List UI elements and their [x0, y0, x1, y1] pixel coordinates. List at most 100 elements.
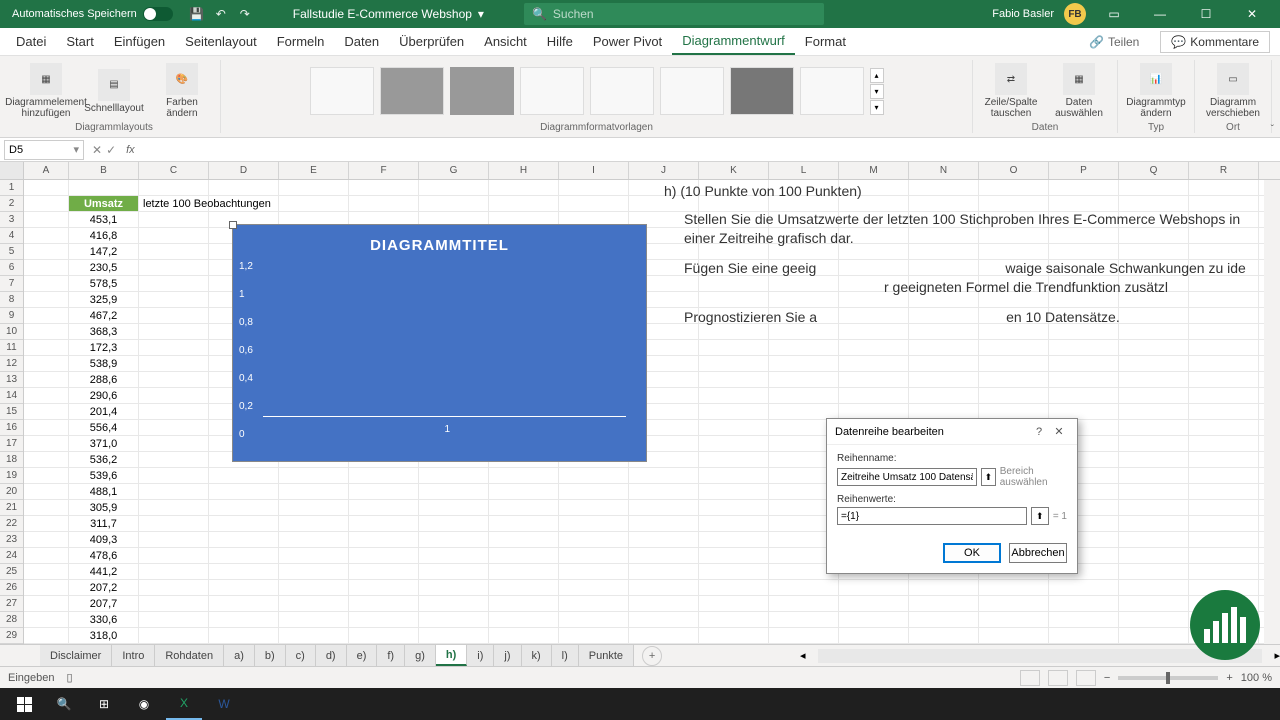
cell[interactable] [24, 516, 69, 531]
row-header[interactable]: 19 [0, 468, 23, 484]
col-header[interactable]: B [69, 162, 139, 179]
search-icon[interactable]: 🔍 [46, 688, 82, 720]
range-picker-icon[interactable]: ⬆ [981, 468, 996, 486]
cell[interactable] [1049, 372, 1119, 387]
cell[interactable] [419, 516, 489, 531]
col-header[interactable]: M [839, 162, 909, 179]
add-chart-element-button[interactable]: ▦Diagrammelement hinzufügen [16, 63, 76, 119]
cell[interactable] [629, 500, 699, 515]
cell[interactable] [279, 548, 349, 563]
cell[interactable]: 556,4 [69, 420, 139, 435]
row-header[interactable]: 1 [0, 180, 23, 196]
cell[interactable] [1119, 436, 1189, 451]
cell[interactable]: 207,7 [69, 596, 139, 611]
cell[interactable] [1049, 628, 1119, 643]
normal-view-icon[interactable] [1020, 670, 1040, 686]
col-header[interactable]: L [769, 162, 839, 179]
cell[interactable] [979, 628, 1049, 643]
row-header[interactable]: 26 [0, 580, 23, 596]
comments-button[interactable]: 💬 Kommentare [1160, 31, 1270, 53]
cancel-button[interactable]: Abbrechen [1009, 543, 1067, 563]
cell[interactable] [559, 532, 629, 547]
cell[interactable] [24, 580, 69, 595]
cell[interactable] [559, 548, 629, 563]
cell[interactable] [909, 404, 979, 419]
save-icon[interactable]: 💾 [189, 6, 205, 22]
cell[interactable] [1119, 372, 1189, 387]
cell[interactable] [1119, 420, 1189, 435]
avatar[interactable]: FB [1064, 3, 1086, 25]
cell[interactable]: 207,2 [69, 580, 139, 595]
cell[interactable] [1119, 404, 1189, 419]
sheet-tab[interactable]: a) [224, 645, 255, 666]
cell[interactable] [1189, 372, 1259, 387]
cell[interactable] [139, 212, 209, 227]
page-break-view-icon[interactable] [1076, 670, 1096, 686]
maximize-icon[interactable]: ☐ [1188, 0, 1224, 28]
cell[interactable] [559, 468, 629, 483]
cell[interactable] [699, 484, 769, 499]
cell[interactable] [419, 500, 489, 515]
cell[interactable]: 147,2 [69, 244, 139, 259]
cell[interactable] [769, 372, 839, 387]
redo-icon[interactable]: ↷ [237, 6, 253, 22]
cell[interactable] [769, 356, 839, 371]
cell[interactable] [839, 404, 909, 419]
user-name[interactable]: Fabio Basler [992, 8, 1054, 20]
cell[interactable] [629, 580, 699, 595]
cell[interactable] [979, 404, 1049, 419]
cell[interactable] [139, 532, 209, 547]
gallery-nav[interactable]: ▴▾▾ [870, 68, 884, 115]
change-colors-button[interactable]: 🎨Farben ändern [152, 63, 212, 119]
row-header[interactable]: 5 [0, 244, 23, 260]
cell[interactable] [559, 596, 629, 611]
row-header[interactable]: 27 [0, 596, 23, 612]
cell[interactable]: 330,6 [69, 612, 139, 627]
cell[interactable] [629, 564, 699, 579]
share-button[interactable]: 🔗 Teilen [1078, 31, 1150, 53]
cell[interactable] [139, 356, 209, 371]
cell[interactable] [699, 564, 769, 579]
menu-seitenlayout[interactable]: Seitenlayout [175, 28, 267, 55]
cell[interactable] [279, 196, 349, 211]
cell[interactable] [489, 532, 559, 547]
cell[interactable] [24, 628, 69, 643]
cell[interactable]: 201,4 [69, 404, 139, 419]
cell[interactable] [419, 580, 489, 595]
search-input[interactable]: 🔍 Suchen [524, 3, 824, 25]
cell[interactable] [489, 564, 559, 579]
cell[interactable] [139, 420, 209, 435]
cell[interactable] [24, 468, 69, 483]
cell[interactable] [979, 596, 1049, 611]
cell[interactable] [24, 276, 69, 291]
move-chart-button[interactable]: ▭Diagramm verschieben [1203, 63, 1263, 119]
cell[interactable] [559, 484, 629, 499]
cell[interactable] [24, 452, 69, 467]
cell[interactable] [24, 292, 69, 307]
cell[interactable] [24, 180, 69, 195]
style-thumb[interactable] [310, 67, 374, 115]
cell[interactable]: 371,0 [69, 436, 139, 451]
col-header[interactable]: A [24, 162, 69, 179]
row-header[interactable]: 23 [0, 532, 23, 548]
cell[interactable] [489, 180, 559, 195]
menu-ansicht[interactable]: Ansicht [474, 28, 537, 55]
cell[interactable] [979, 340, 1049, 355]
cell[interactable] [769, 628, 839, 643]
cell[interactable] [769, 340, 839, 355]
vertical-scrollbar[interactable] [1264, 180, 1280, 644]
cell[interactable] [139, 372, 209, 387]
select-data-button[interactable]: ▦Daten auswählen [1049, 63, 1109, 119]
name-box[interactable]: D5▾ [4, 140, 84, 160]
cell[interactable] [1119, 340, 1189, 355]
quick-layout-button[interactable]: ▤Schnelllayout [84, 69, 144, 114]
col-header[interactable]: E [279, 162, 349, 179]
cell[interactable] [1189, 388, 1259, 403]
cell[interactable] [419, 532, 489, 547]
col-header[interactable]: Q [1119, 162, 1189, 179]
help-icon[interactable]: ? [1029, 426, 1049, 438]
cell[interactable] [419, 196, 489, 211]
menu-start[interactable]: Start [56, 28, 103, 55]
cell[interactable] [1119, 484, 1189, 499]
cell[interactable] [349, 532, 419, 547]
